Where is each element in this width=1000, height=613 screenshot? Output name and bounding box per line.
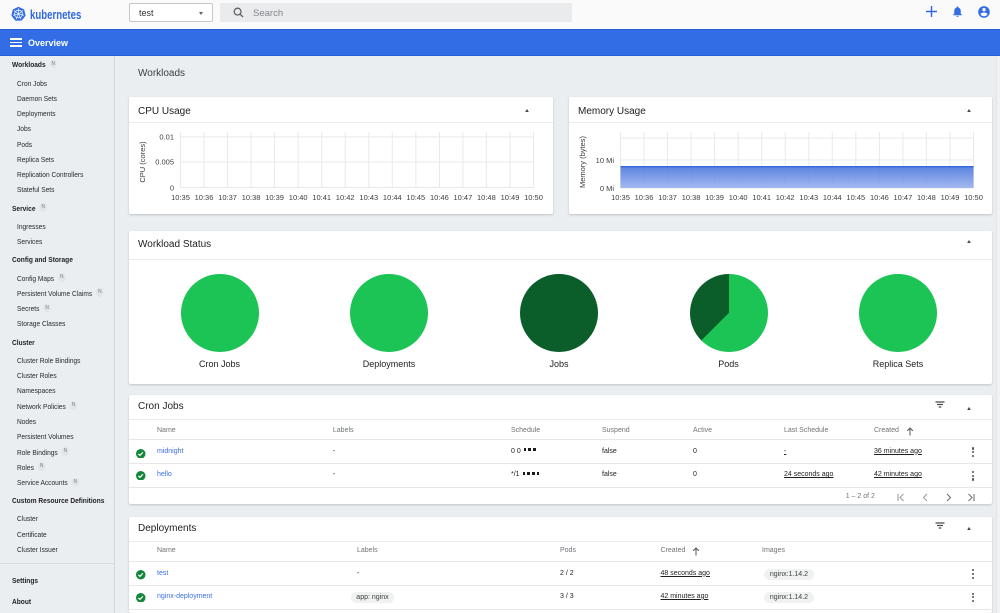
svg-text:10:39: 10:39 [705,193,724,202]
svg-text:10:35: 10:35 [611,193,630,202]
svg-text:Memory (bytes): Memory (bytes) [578,135,587,188]
svg-text:10:46: 10:46 [430,193,449,202]
svg-text:10:37: 10:37 [658,193,677,202]
svg-text:10:47: 10:47 [893,193,912,202]
svg-text:CPU (cores): CPU (cores) [138,140,147,182]
svg-text:10:47: 10:47 [453,193,472,202]
svg-text:10:49: 10:49 [940,193,959,202]
svg-text:10:41: 10:41 [312,193,331,202]
svg-text:10:40: 10:40 [288,193,307,202]
svg-text:10:39: 10:39 [265,193,284,202]
svg-text:10:42: 10:42 [335,193,354,202]
svg-text:10:40: 10:40 [728,193,747,202]
svg-text:10:46: 10:46 [870,193,889,202]
svg-text:10:37: 10:37 [218,193,237,202]
svg-text:10:50: 10:50 [964,193,983,202]
svg-text:10:50: 10:50 [524,193,543,202]
svg-text:0: 0 [169,183,173,192]
svg-text:10:36: 10:36 [194,193,213,202]
svg-text:10:45: 10:45 [846,193,865,202]
svg-text:10:35: 10:35 [171,193,190,202]
svg-text:10:43: 10:43 [359,193,378,202]
svg-text:10:48: 10:48 [477,193,496,202]
svg-text:0.01: 0.01 [159,132,174,141]
svg-text:10:44: 10:44 [822,193,841,202]
svg-text:10:48: 10:48 [917,193,936,202]
svg-text:0 Mi: 0 Mi [599,183,614,192]
svg-text:10:44: 10:44 [382,193,401,202]
svg-text:0.005: 0.005 [155,157,174,166]
svg-text:10:42: 10:42 [775,193,794,202]
svg-text:10 Mi: 10 Mi [595,155,614,164]
svg-text:10:45: 10:45 [406,193,425,202]
svg-text:10:38: 10:38 [241,193,260,202]
svg-text:10:38: 10:38 [681,193,700,202]
svg-text:10:49: 10:49 [500,193,519,202]
svg-text:10:41: 10:41 [752,193,771,202]
svg-text:10:36: 10:36 [634,193,653,202]
svg-text:10:43: 10:43 [799,193,818,202]
